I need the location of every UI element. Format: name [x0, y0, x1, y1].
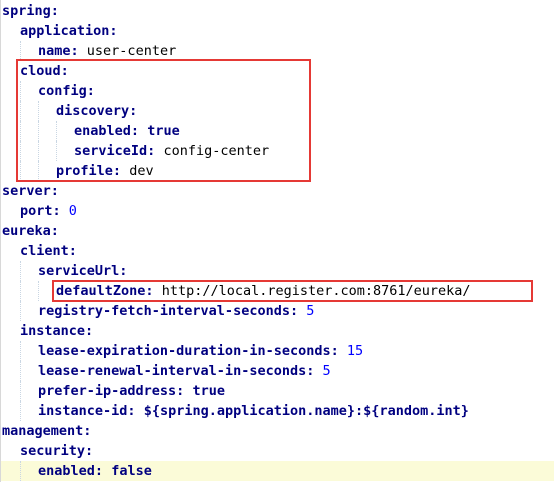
yaml-colon: :: [85, 323, 94, 339]
code-line[interactable]: prefer-ip-address: true: [1, 381, 554, 401]
code-line[interactable]: spring:: [1, 1, 554, 21]
yaml-value: ${spring.application.name}:${random.int}: [143, 403, 469, 419]
indent-guides: [2, 321, 20, 341]
yaml-colon: :: [127, 403, 136, 419]
code-line[interactable]: lease-renewal-interval-in-seconds: 5: [1, 361, 554, 381]
defaultzone-highlight-box: [52, 280, 533, 302]
yaml-value: true: [192, 383, 225, 399]
yaml-colon: :: [50, 223, 59, 239]
yaml-key: spring: [2, 3, 51, 19]
indent-guides: [2, 41, 38, 61]
indent-guides: [2, 21, 20, 41]
yaml-colon: :: [85, 443, 94, 459]
yaml-space: [136, 401, 144, 421]
yaml-value: 5: [322, 363, 331, 379]
yaml-space: [103, 461, 111, 481]
yaml-key: lease-renewal-interval-in-seconds: [38, 363, 307, 379]
yaml-key: serviceUrl: [38, 263, 120, 279]
code-line[interactable]: client:: [1, 241, 554, 261]
indent-guides: [2, 361, 38, 381]
cloud-highlight-box: [16, 59, 311, 182]
yaml-key: management: [2, 423, 84, 439]
code-line[interactable]: port: 0: [1, 201, 554, 221]
indent-guides: [2, 341, 38, 361]
yaml-colon: :: [52, 203, 61, 219]
yaml-value: 0: [68, 203, 77, 219]
yaml-key: application: [20, 23, 110, 39]
indent-guides: [2, 441, 20, 461]
indent-guides: [2, 381, 38, 401]
yaml-colon: :: [306, 363, 315, 379]
yaml-key: enabled: [38, 463, 95, 479]
indent-guides: [2, 301, 38, 321]
indent-guides: [2, 201, 20, 221]
yaml-key: instance: [20, 323, 86, 339]
yaml-key: instance-id: [38, 403, 128, 419]
code-line[interactable]: eureka:: [1, 221, 554, 241]
yaml-colon: :: [119, 263, 128, 279]
indent-guides: [2, 261, 38, 281]
code-line[interactable]: instance-id: ${spring.application.name}:…: [1, 401, 554, 421]
code-line[interactable]: enabled: false: [1, 461, 554, 481]
yaml-key: server: [2, 183, 51, 199]
code-line[interactable]: instance:: [1, 321, 554, 341]
yaml-colon: :: [289, 303, 299, 319]
yaml-key: prefer-ip-address: [38, 383, 177, 399]
yaml-value: false: [111, 463, 152, 479]
indent-guides: [2, 461, 38, 481]
yaml-colon: :: [50, 183, 59, 199]
yaml-key: client: [20, 243, 69, 259]
yaml-editor[interactable]: spring: application: name: user-center clou…: [0, 0, 554, 482]
yaml-colon: :: [70, 43, 79, 59]
yaml-colon: :: [68, 243, 77, 259]
yaml-colon: :: [109, 23, 118, 39]
code-line[interactable]: registry-fetch-interval-seconds: 5: [1, 301, 554, 321]
code-line[interactable]: application:: [1, 21, 554, 41]
code-line[interactable]: management:: [1, 421, 554, 441]
yaml-space: [298, 301, 306, 321]
indent-guides: [2, 401, 38, 421]
indent-guides: [2, 281, 56, 301]
yaml-key: registry-fetch-interval-seconds: [38, 303, 290, 319]
yaml-colon: :: [176, 383, 185, 399]
code-line[interactable]: server:: [1, 181, 554, 201]
yaml-space: [184, 381, 192, 401]
yaml-colon: :: [94, 463, 104, 479]
yaml-key: security: [20, 443, 86, 459]
yaml-value: user-center: [86, 43, 177, 59]
code-line[interactable]: serviceUrl:: [1, 261, 554, 281]
indent-guides: [2, 241, 20, 261]
yaml-colon: :: [330, 343, 339, 359]
yaml-space: [314, 361, 322, 381]
code-line[interactable]: name: user-center: [1, 41, 554, 61]
yaml-colon: :: [83, 423, 92, 439]
yaml-key: name: [38, 43, 71, 59]
yaml-key: eureka: [2, 223, 51, 239]
yaml-space: [339, 341, 347, 361]
yaml-space: [61, 201, 69, 221]
code-line[interactable]: lease-expiration-duration-in-seconds: 15: [1, 341, 554, 361]
yaml-key: lease-expiration-duration-in-seconds: [38, 343, 331, 359]
yaml-space: [79, 41, 87, 61]
code-line[interactable]: security:: [1, 441, 554, 461]
yaml-value: 5: [306, 303, 315, 319]
yaml-colon: :: [50, 3, 59, 19]
yaml-value: 15: [346, 343, 364, 359]
yaml-key: port: [20, 203, 53, 219]
